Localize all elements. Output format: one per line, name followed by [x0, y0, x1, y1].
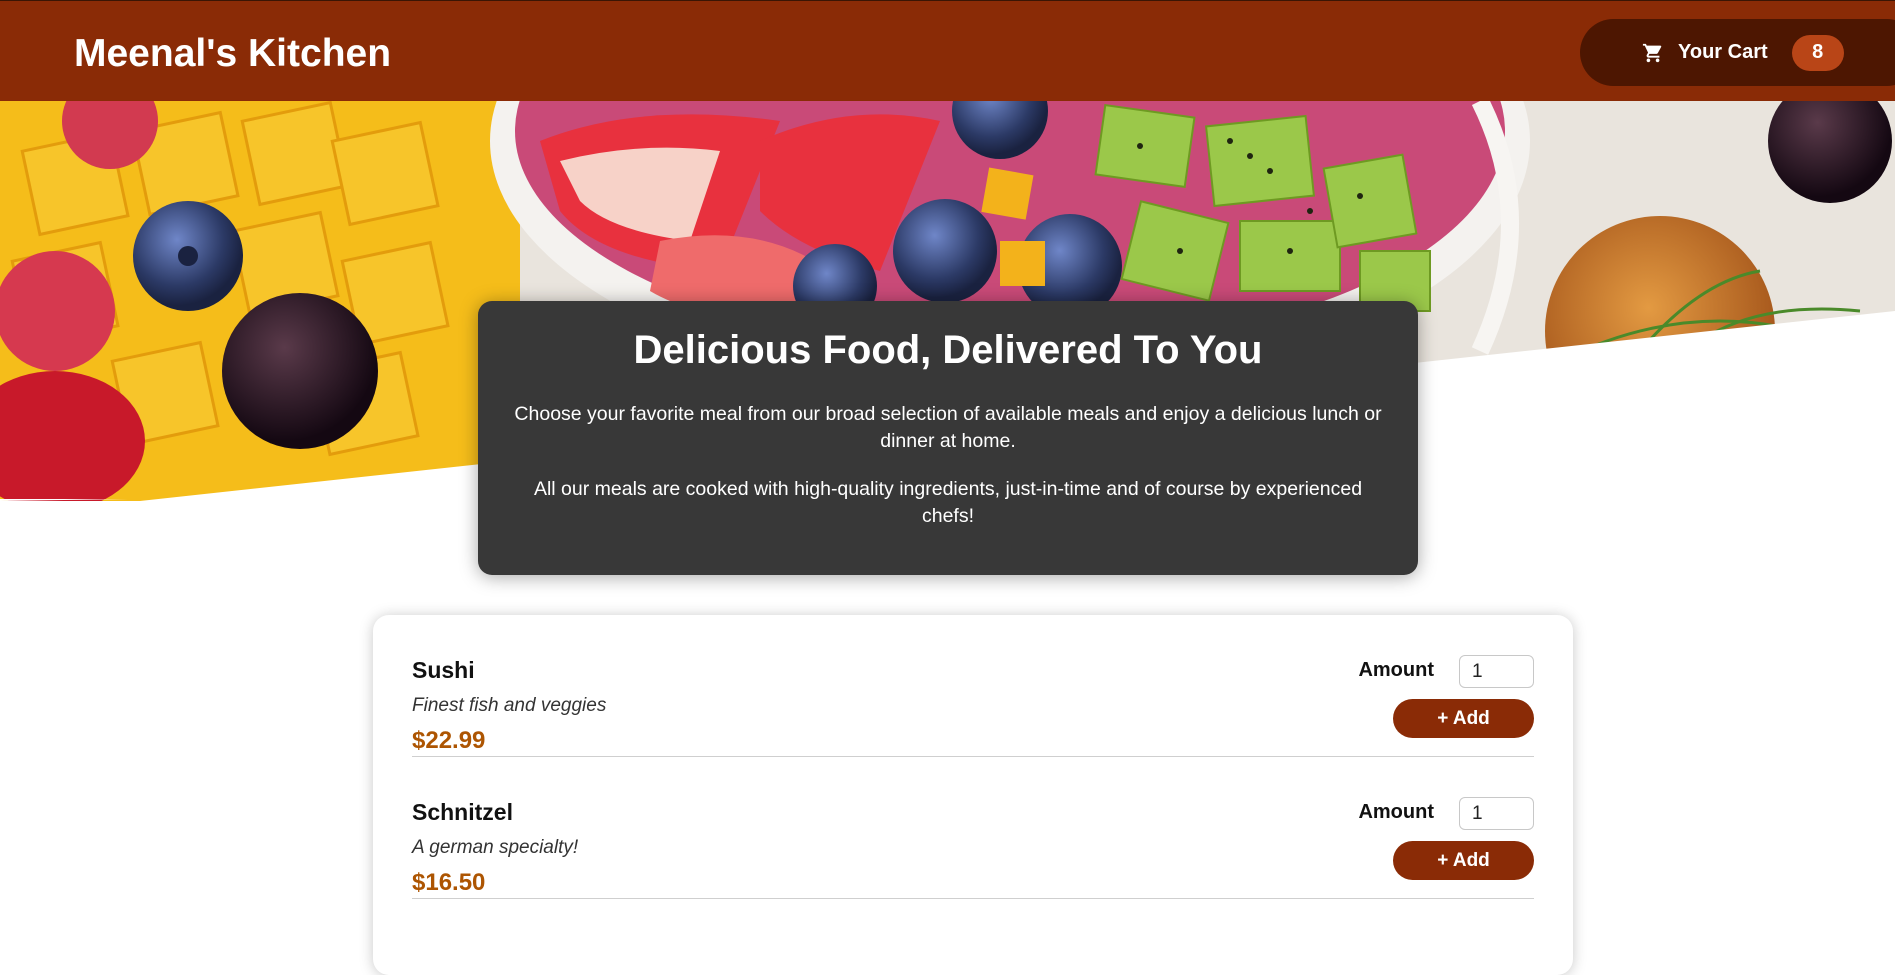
cart-count-badge: 8: [1791, 34, 1844, 71]
meal-item: Sushi Finest fish and veggies $22.99 Amo…: [412, 615, 1534, 757]
meal-name: Schnitzel: [412, 799, 513, 825]
cart-label: Your Cart: [1678, 41, 1768, 63]
shopping-cart-icon: [1642, 42, 1664, 64]
cart-button[interactable]: Your Cart 8: [1580, 19, 1895, 86]
meal-description: Finest fish and veggies: [412, 695, 607, 716]
amount-input[interactable]: [1459, 797, 1534, 830]
meal-price: $22.99: [412, 727, 486, 754]
amount-label: Amount: [1358, 659, 1434, 681]
add-to-cart-button[interactable]: + Add: [1393, 699, 1534, 738]
add-to-cart-button[interactable]: + Add: [1393, 841, 1534, 880]
brand-title: Meenal's Kitchen: [74, 32, 392, 75]
summary-card: Delicious Food, Delivered To You Choose …: [478, 301, 1418, 575]
amount-input[interactable]: [1459, 655, 1534, 688]
meal-item: Schnitzel A german specialty! $16.50 Amo…: [412, 757, 1534, 899]
summary-title: Delicious Food, Delivered To You: [633, 328, 1263, 372]
meal-description: A german specialty!: [412, 837, 579, 858]
summary-paragraph: All our meals are cooked with high-quali…: [533, 478, 1363, 527]
summary-paragraph: Choose your favorite meal from our broad…: [514, 403, 1382, 452]
top-navigation-bar: Meenal's Kitchen Your Cart 8: [0, 0, 1895, 101]
meal-price: $16.50: [412, 869, 486, 896]
meals-list-card: Sushi Finest fish and veggies $22.99 Amo…: [373, 615, 1573, 975]
meal-name: Sushi: [412, 657, 475, 683]
amount-label: Amount: [1358, 801, 1434, 823]
